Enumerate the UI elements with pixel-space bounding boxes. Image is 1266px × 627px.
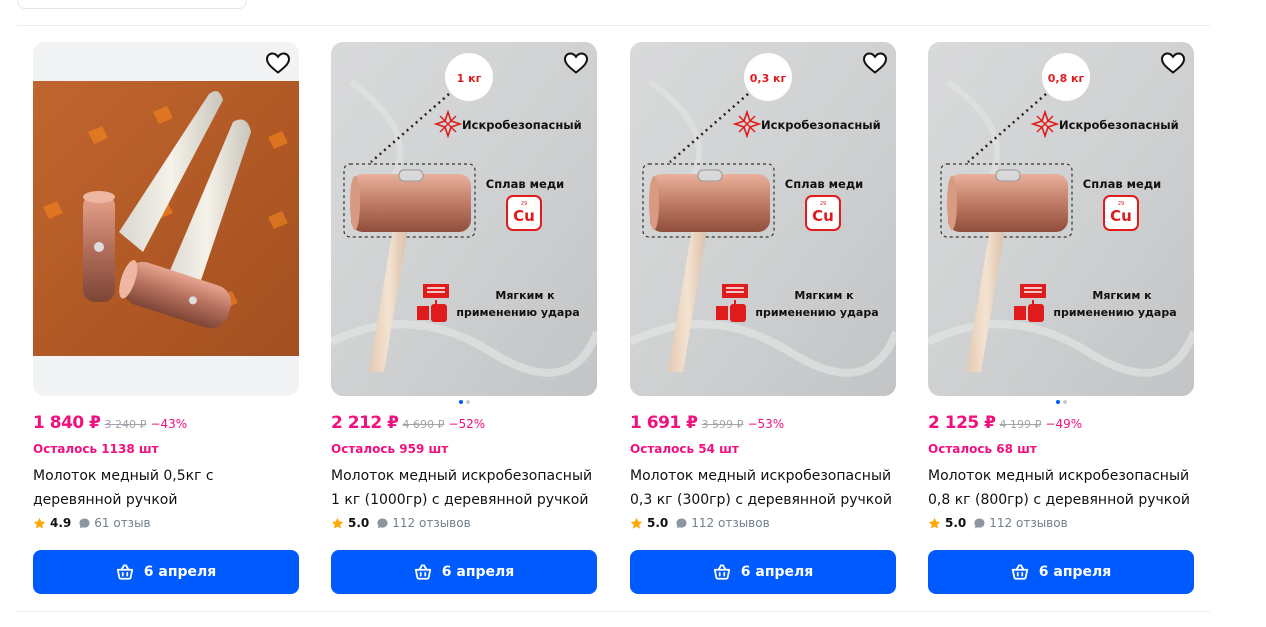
bottom-divider [17, 611, 1210, 612]
rating-row[interactable]: 5.0 112 отзывов [630, 516, 770, 530]
product-image[interactable] [33, 42, 299, 396]
star-icon [33, 517, 46, 529]
product-image[interactable]: 0,3 кг Искробезопасный Сплав меди 29 Cu … [630, 42, 896, 396]
stock-left: Осталось 959 шт [331, 442, 449, 456]
heart-icon[interactable] [265, 51, 291, 75]
price-row: 2 125 ₽ 4 199 ₽ −49% [928, 413, 1082, 433]
svg-text:применению удара: применению удара [456, 306, 579, 319]
discount-badge: −43% [150, 417, 188, 431]
product-card-3[interactable]: 0,3 кг Искробезопасный Сплав меди 29 Cu … [630, 42, 896, 602]
search-field-stub[interactable] [17, 0, 247, 9]
old-price: 4 690 ₽ [402, 418, 445, 431]
svg-text:Сплав меди: Сплав меди [785, 177, 863, 191]
svg-text:Мягким к: Мягким к [794, 289, 854, 302]
svg-text:Cu: Cu [513, 207, 535, 225]
svg-text:0,3 кг: 0,3 кг [750, 72, 787, 85]
delivery-button[interactable]: 6 апреля [33, 550, 299, 594]
delivery-button[interactable]: 6 апреля [630, 550, 896, 594]
rating-row[interactable]: 5.0 112 отзывов [928, 516, 1068, 530]
rating-value: 5.0 [348, 516, 370, 530]
svg-text:Сплав меди: Сплав меди [486, 177, 564, 191]
top-divider [17, 25, 1210, 26]
heart-icon[interactable] [563, 51, 589, 75]
product-title[interactable]: Молоток медный искробезопасный 0,3 кг (3… [630, 464, 896, 512]
old-price: 3 599 ₽ [701, 418, 744, 431]
current-price: 1 691 ₽ [630, 413, 698, 433]
svg-text:применению удара: применению удара [755, 306, 878, 319]
product-infographic: 1 кг Искробезопасный Сплав меди 29 Cu Мя… [331, 42, 597, 396]
svg-text:Искробезопасный: Искробезопасный [462, 118, 582, 132]
delivery-date: 6 апреля [143, 564, 217, 580]
svg-text:Искробезопасный: Искробезопасный [761, 118, 881, 132]
delivery-date: 6 апреля [740, 564, 814, 580]
star-icon [331, 517, 344, 529]
rating-value: 5.0 [945, 516, 967, 530]
svg-text:1 кг: 1 кг [457, 72, 482, 85]
svg-text:Cu: Cu [812, 207, 834, 225]
price-row: 1 691 ₽ 3 599 ₽ −53% [630, 413, 784, 433]
old-price: 4 199 ₽ [999, 418, 1042, 431]
old-price: 3 240 ₽ [104, 418, 147, 431]
product-title[interactable]: Молоток медный искробезопасный 1 кг (100… [331, 464, 597, 512]
svg-text:Cu: Cu [1110, 207, 1132, 225]
current-price: 2 125 ₽ [928, 413, 996, 433]
current-price: 2 212 ₽ [331, 413, 399, 433]
pager-dot[interactable] [458, 400, 463, 404]
image-pager [928, 400, 1194, 404]
comment-icon [676, 517, 687, 529]
product-infographic: 0,8 кг Искробезопасный Сплав меди 29 Cu … [928, 42, 1194, 396]
svg-text:Мягким к: Мягким к [495, 289, 555, 302]
pager-dot[interactable] [1062, 400, 1067, 404]
reviews-count: 112 отзывов [691, 516, 770, 530]
discount-badge: −52% [448, 417, 486, 431]
comment-icon [377, 517, 388, 529]
reviews-count: 61 отзыв [94, 516, 151, 530]
svg-text:Искробезопасный: Искробезопасный [1059, 118, 1179, 132]
svg-text:Мягким к: Мягким к [1092, 289, 1152, 302]
discount-badge: −53% [747, 417, 785, 431]
reviews-count: 112 отзывов [392, 516, 471, 530]
delivery-date: 6 апреля [1038, 564, 1112, 580]
rating-row[interactable]: 5.0 112 отзывов [331, 516, 471, 530]
basket-icon [414, 564, 431, 580]
product-card-2[interactable]: 1 кг Искробезопасный Сплав меди 29 Cu Мя… [331, 42, 597, 602]
rating-value: 5.0 [647, 516, 669, 530]
product-photo [33, 42, 299, 396]
pager-dot[interactable] [465, 400, 470, 404]
comment-icon [79, 517, 90, 529]
stock-left: Осталось 54 шт [630, 442, 739, 456]
product-image[interactable]: 1 кг Искробезопасный Сплав меди 29 Cu Мя… [331, 42, 597, 396]
delivery-date: 6 апреля [441, 564, 515, 580]
star-icon [630, 517, 643, 529]
rating-row[interactable]: 4.9 61 отзыв [33, 516, 151, 530]
heart-icon[interactable] [862, 51, 888, 75]
image-pager [331, 400, 597, 404]
product-card-1[interactable]: 1 840 ₽ 3 240 ₽ −43% Осталось 1138 шт Мо… [33, 42, 299, 602]
svg-text:Сплав меди: Сплав меди [1083, 177, 1161, 191]
reviews-count: 112 отзывов [989, 516, 1068, 530]
basket-icon [1011, 564, 1028, 580]
rating-value: 4.9 [50, 516, 72, 530]
product-infographic: 0,3 кг Искробезопасный Сплав меди 29 Cu … [630, 42, 896, 396]
product-title[interactable]: Молоток медный 0,5кг с деревянной ручкой [33, 464, 299, 512]
stock-left: Осталось 1138 шт [33, 442, 159, 456]
svg-text:0,8 кг: 0,8 кг [1048, 72, 1085, 85]
delivery-button[interactable]: 6 апреля [331, 550, 597, 594]
current-price: 1 840 ₽ [33, 413, 101, 433]
product-image[interactable]: 0,8 кг Искробезопасный Сплав меди 29 Cu … [928, 42, 1194, 396]
heart-icon[interactable] [1160, 51, 1186, 75]
price-row: 2 212 ₽ 4 690 ₽ −52% [331, 413, 485, 433]
comment-icon [974, 517, 985, 529]
product-title[interactable]: Молоток медный искробезопасный 0,8 кг (8… [928, 464, 1194, 512]
star-icon [928, 517, 941, 529]
product-card-4[interactable]: 0,8 кг Искробезопасный Сплав меди 29 Cu … [928, 42, 1194, 602]
svg-text:применению удара: применению удара [1053, 306, 1176, 319]
price-row: 1 840 ₽ 3 240 ₽ −43% [33, 413, 187, 433]
delivery-button[interactable]: 6 апреля [928, 550, 1194, 594]
stock-left: Осталось 68 шт [928, 442, 1037, 456]
discount-badge: −49% [1045, 417, 1083, 431]
basket-icon [713, 564, 730, 580]
basket-icon [116, 564, 133, 580]
pager-dot[interactable] [1055, 400, 1060, 404]
